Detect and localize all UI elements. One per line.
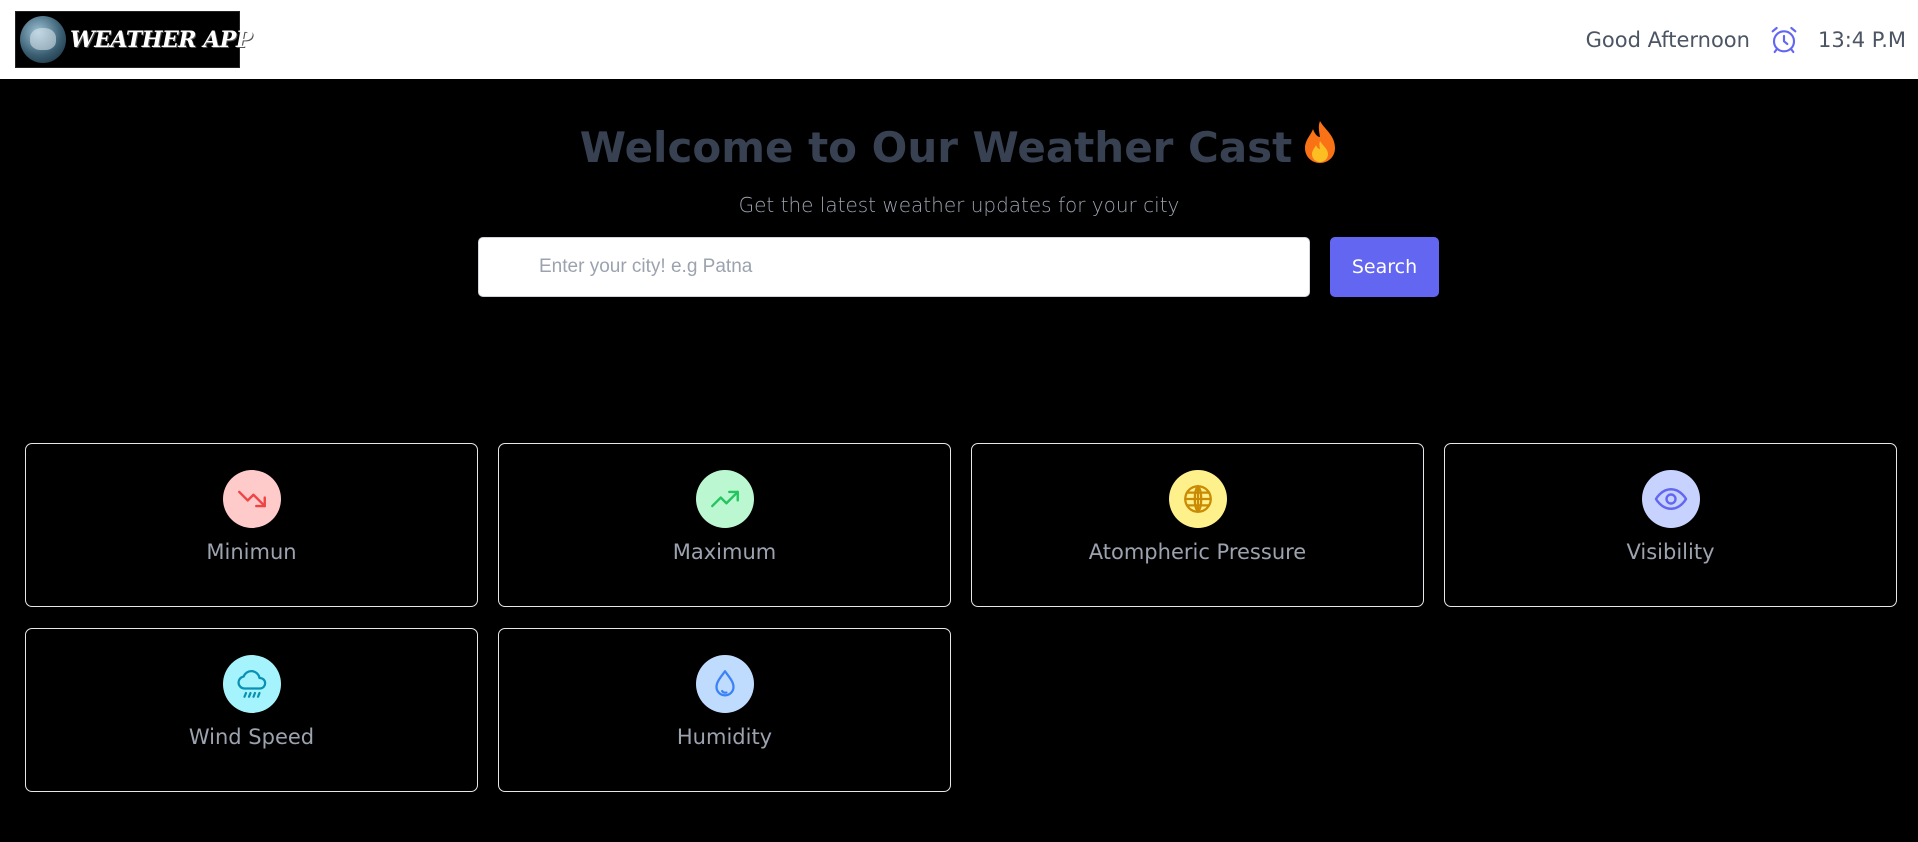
page-subtitle: Get the latest weather updates for your … — [738, 193, 1180, 217]
metric-card-maximum: Maximum — [498, 443, 951, 607]
trending-down-icon — [222, 470, 281, 528]
alarm-clock-icon — [1768, 24, 1800, 56]
header-status: Good Afternoon 13:4 P.M — [1586, 24, 1906, 56]
greeting-text: Good Afternoon — [1585, 27, 1750, 52]
droplet-icon — [695, 655, 754, 713]
metric-label: Maximum — [672, 540, 777, 564]
page-title-text: Welcome to Our Weather Cast — [579, 122, 1293, 172]
logo-avatar-image — [20, 16, 66, 63]
top-navbar: WEATHER APP Good Afternoon 13:4 P.M — [0, 0, 1918, 79]
metric-card-humidity: Humidity — [498, 628, 951, 792]
metric-card-visibility: Visibility — [1444, 443, 1897, 607]
page-title: Welcome to Our Weather Cast — [0, 119, 1918, 175]
metric-label: Humidity — [676, 725, 773, 749]
globe-icon — [1168, 470, 1227, 528]
eye-icon — [1641, 470, 1700, 528]
main-content: Welcome to Our Weather Cast Get the late… — [0, 119, 1918, 297]
weather-metrics-grid: Minimun Maximum Atompheric Pressure Visi… — [25, 443, 1897, 792]
metric-card-wind-speed: Wind Speed — [25, 628, 478, 792]
city-search-input[interactable] — [478, 237, 1310, 297]
logo-text: WEATHER APP — [70, 26, 252, 53]
clock-time: 13:4 P.M — [1817, 27, 1906, 52]
metric-card-pressure: Atompheric Pressure — [971, 443, 1424, 607]
metric-label: Minimun — [206, 540, 297, 564]
cloud-rain-icon — [222, 655, 281, 713]
metric-label: Wind Speed — [188, 725, 315, 749]
metric-card-minimum: Minimun — [25, 443, 478, 607]
fire-icon — [1302, 119, 1338, 175]
metric-label: Visibility — [1626, 540, 1715, 564]
search-button[interactable]: Search — [1330, 237, 1439, 297]
app-logo[interactable]: WEATHER APP — [15, 11, 252, 68]
search-form: Search — [0, 237, 1918, 297]
metric-label: Atompheric Pressure — [1088, 540, 1307, 564]
trending-up-icon — [695, 470, 754, 528]
